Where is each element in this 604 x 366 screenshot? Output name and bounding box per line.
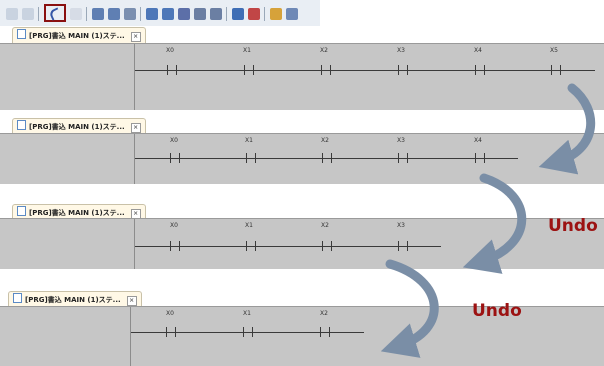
undo-label: Undo <box>472 301 522 321</box>
undo-label: Undo <box>548 216 598 236</box>
undo-arrow-3 <box>380 259 439 358</box>
undo-arrow-1 <box>538 83 596 175</box>
undo-arrow-2 <box>462 173 527 274</box>
